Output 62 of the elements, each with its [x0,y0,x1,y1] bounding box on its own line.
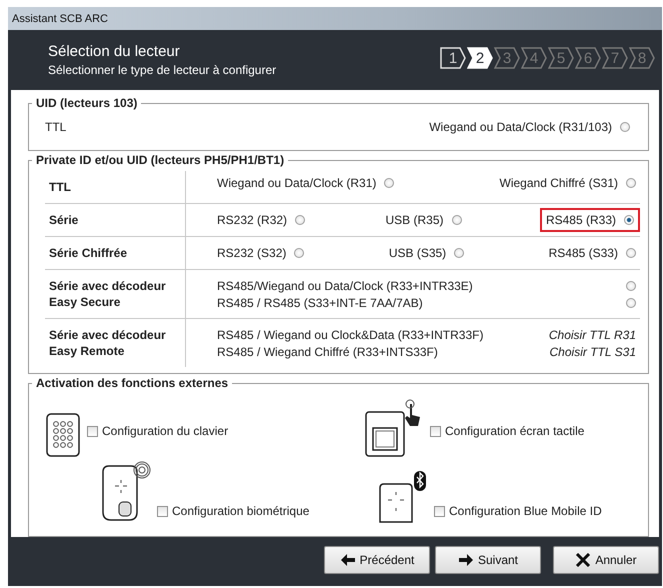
step-indicator: 4 [521,47,547,69]
back-button[interactable]: Précédent [324,546,430,574]
step-indicator: 3 [494,47,520,69]
checkbox-label: Configuration écran tactile [445,424,584,438]
row-label: TTL [45,120,66,134]
group-title: Private ID et/ou UID (lecteurs PH5/PH1/BT1) [35,153,286,167]
radio-button[interactable] [626,298,636,308]
checkbox[interactable] [434,506,445,516]
close-icon [575,553,592,567]
arrow-right-icon [458,553,474,567]
option-label: RS485 / Wiegand ou Clock&Data (R33+INTR33F) [217,328,484,342]
option-label: USB (R35) [385,213,444,227]
option-label: RS485 (S33) [548,246,618,260]
page-subtitle: Sélectionner le type de lecteur à configurer [48,63,276,77]
hint-text: Choisir TTL R31 [548,328,636,342]
option-label: Wiegand Chiffré (S31) [500,176,618,190]
group-title: Activation des fonctions externes [35,376,230,390]
option-label: Wiegand ou Data/Clock (R31/103) [429,120,612,134]
option-label: RS485 / Wiegand Chiffré (R33+INTS33F) [217,344,438,358]
arrow-left-icon [340,553,356,567]
checkbox[interactable] [430,426,441,436]
radio-button[interactable] [626,280,636,290]
window-title: Assistant SCB ARC [12,12,108,24]
row-label: TTL [45,171,186,203]
bluetooth-reader-icon [378,470,428,524]
checkbox-label: Configuration Blue Mobile ID [449,504,602,518]
step-indicator: 8 [629,47,655,69]
step-indicator: 2 [467,47,493,69]
step-indicator: 1 [440,47,466,69]
row-label: Série avec décodeur Easy Remote [45,319,186,367]
checkbox-label: Configuration biométrique [172,504,310,518]
radio-button[interactable] [624,215,634,225]
option-label: USB (S35) [388,246,446,260]
hint-text: Choisir TTL S31 [550,344,636,358]
checkbox[interactable] [157,506,168,516]
radio-button[interactable] [626,248,636,258]
checkbox-label: Configuration du clavier [102,424,228,438]
row-label: Série Chiffrée [45,237,186,269]
radio-button[interactable] [454,248,464,258]
option-label: Wiegand ou Data/Clock (R31) [217,176,376,190]
next-button[interactable]: Suivant [435,546,541,574]
checkbox[interactable] [87,426,98,436]
page-title: Sélection du lecteur [48,43,181,60]
option-label: RS485 / RS485 (S33+INT-E 7AA/7AB) [217,296,423,310]
cancel-button[interactable]: Annuler [553,546,659,574]
radio-button[interactable] [384,178,394,188]
step-indicator: 6 [575,47,601,69]
radio-button[interactable] [294,248,304,258]
step-indicator: 7 [602,47,628,69]
option-label: RS485 (R33) [546,213,616,227]
option-label: RS232 (R32) [217,213,288,227]
row-label: Série [45,204,186,236]
radio-button[interactable] [295,215,306,225]
keypad-icon [45,412,81,458]
row-label: Série avec décodeur Easy Secure [45,270,186,318]
option-label: RS485/Wiegand ou Data/Clock (R33+INTR33E) [217,278,473,292]
group-title: UID (lecteurs 103) [35,96,138,110]
radio-button[interactable] [452,215,462,225]
option-label: RS232 (S32) [217,246,286,260]
radio-button[interactable] [626,178,636,188]
step-indicator: 5 [548,47,574,69]
radio-button[interactable] [620,122,630,132]
